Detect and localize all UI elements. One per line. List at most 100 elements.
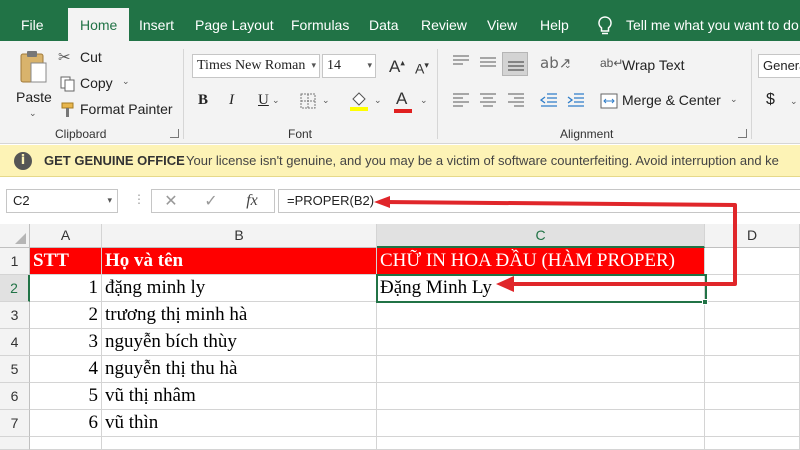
- underline-button[interactable]: U: [258, 92, 269, 109]
- chevron-down-icon[interactable]: ⌄: [420, 96, 428, 106]
- row-header[interactable]: 5: [0, 356, 30, 383]
- row-header[interactable]: [0, 437, 30, 450]
- borders-icon[interactable]: [300, 93, 316, 109]
- tab-help[interactable]: Help: [540, 0, 569, 41]
- top-align-icon[interactable]: [452, 55, 470, 69]
- cell-a7[interactable]: 6: [30, 410, 102, 437]
- cell-d6[interactable]: [705, 383, 800, 410]
- insert-function-icon[interactable]: fx: [237, 190, 267, 212]
- cell-c4[interactable]: [377, 329, 705, 356]
- cell-a4[interactable]: 3: [30, 329, 102, 356]
- cell-b2[interactable]: đặng minh ly: [102, 275, 377, 302]
- align-center-icon[interactable]: [479, 93, 497, 107]
- cell-a2[interactable]: 1: [30, 275, 102, 302]
- cell-b4[interactable]: nguyễn bích thùy: [102, 329, 377, 356]
- cell-d1[interactable]: [705, 248, 800, 275]
- fill-color-icon[interactable]: [349, 90, 369, 112]
- number-format-value: Genera: [763, 58, 800, 73]
- cell-c1[interactable]: CHỮ IN HOA ĐẦU (HÀM PROPER): [377, 248, 705, 275]
- cell-c2[interactable]: Đặng Minh Ly: [377, 275, 705, 302]
- row-header[interactable]: 2: [0, 275, 30, 302]
- font-color-button[interactable]: A: [394, 89, 414, 113]
- bold-button[interactable]: B: [198, 92, 208, 109]
- tab-insert[interactable]: Insert: [139, 0, 174, 41]
- cell-c6[interactable]: [377, 383, 705, 410]
- chevron-down-icon[interactable]: ⌄: [322, 96, 330, 106]
- tab-page-layout[interactable]: Page Layout: [195, 0, 274, 41]
- cell-c7[interactable]: [377, 410, 705, 437]
- middle-align-icon[interactable]: [479, 55, 497, 69]
- column-header-c[interactable]: C: [377, 224, 705, 248]
- cancel-icon[interactable]: ✕: [156, 190, 186, 212]
- cell-a1[interactable]: STT: [30, 248, 102, 275]
- cell-a5[interactable]: 4: [30, 356, 102, 383]
- chevron-down-icon[interactable]: ⌄: [374, 96, 382, 106]
- cell-c3[interactable]: [377, 302, 705, 329]
- cell-b7[interactable]: vũ thìn: [102, 410, 377, 437]
- cell-d5[interactable]: [705, 356, 800, 383]
- merge-center-button[interactable]: Merge & Center ⌄: [600, 92, 740, 112]
- clipboard-launcher-icon[interactable]: [170, 129, 179, 138]
- row-header[interactable]: 7: [0, 410, 30, 437]
- font-name-select[interactable]: Times New Roman ▾: [192, 54, 320, 78]
- cell-a6[interactable]: 5: [30, 383, 102, 410]
- cell-a3[interactable]: 2: [30, 302, 102, 329]
- increase-font-size-icon[interactable]: A▴: [389, 57, 405, 77]
- italic-button[interactable]: I: [229, 92, 234, 109]
- format-painter-button[interactable]: Format Painter: [58, 101, 173, 121]
- cell-b1[interactable]: Họ và tên: [102, 248, 377, 275]
- tab-review[interactable]: Review: [421, 0, 467, 41]
- formula-bar: C2 ▾ ⋮ ✕ ✓ fx =PROPER(B2): [0, 178, 800, 224]
- cell-a8[interactable]: [30, 437, 102, 450]
- wrap-text-button[interactable]: ab↵ Wrap Text: [600, 56, 700, 77]
- cell-d8[interactable]: [705, 437, 800, 450]
- align-right-icon[interactable]: [507, 93, 525, 107]
- chevron-down-icon: ▾: [367, 61, 372, 71]
- name-box[interactable]: C2 ▾: [6, 189, 118, 213]
- more-options-icon[interactable]: ⋮: [133, 192, 145, 206]
- tab-view[interactable]: View: [487, 0, 517, 41]
- alignment-launcher-icon[interactable]: [738, 129, 747, 138]
- font-color-swatch: [394, 109, 412, 113]
- number-format-select[interactable]: Genera: [758, 54, 800, 78]
- copy-button[interactable]: Copy ⌄: [58, 75, 168, 95]
- tab-formulas[interactable]: Formulas: [291, 0, 349, 41]
- decrease-font-size-icon[interactable]: A▾: [415, 60, 429, 77]
- increase-indent-icon[interactable]: [567, 93, 585, 107]
- cell-d7[interactable]: [705, 410, 800, 437]
- wrap-text-label: Wrap Text: [622, 57, 685, 73]
- cell-c5[interactable]: [377, 356, 705, 383]
- font-size-select[interactable]: 14 ▾: [322, 54, 376, 78]
- column-header-d[interactable]: D: [705, 224, 800, 248]
- cut-button[interactable]: ✂ Cut: [58, 48, 168, 69]
- align-left-icon[interactable]: [452, 93, 470, 107]
- select-all-button[interactable]: [0, 224, 30, 248]
- tab-data[interactable]: Data: [369, 0, 399, 41]
- cell-d3[interactable]: [705, 302, 800, 329]
- row-header[interactable]: 3: [0, 302, 30, 329]
- decrease-indent-icon[interactable]: [540, 93, 558, 107]
- cell-d2[interactable]: [705, 275, 800, 302]
- fill-handle[interactable]: [702, 299, 708, 305]
- bottom-align-button[interactable]: [502, 52, 528, 76]
- tab-file[interactable]: File: [21, 0, 44, 41]
- cell-b5[interactable]: nguyễn thị thu hà: [102, 356, 377, 383]
- chevron-down-icon[interactable]: ⌄: [272, 96, 280, 106]
- cell-b3[interactable]: trương thị minh hà: [102, 302, 377, 329]
- cell-b6[interactable]: vũ thị nhâm: [102, 383, 377, 410]
- currency-button[interactable]: $: [766, 91, 775, 109]
- row-header[interactable]: 6: [0, 383, 30, 410]
- cell-c8[interactable]: [377, 437, 705, 450]
- row-header[interactable]: 4: [0, 329, 30, 356]
- chevron-down-icon[interactable]: ⌄: [790, 97, 798, 107]
- cell-d4[interactable]: [705, 329, 800, 356]
- tell-me-search[interactable]: Tell me what you want to do: [596, 0, 799, 41]
- paste-button[interactable]: Paste ⌄: [10, 47, 56, 121]
- column-header-a[interactable]: A: [30, 224, 102, 248]
- chevron-down-icon[interactable]: ⌄: [564, 61, 572, 71]
- formula-input[interactable]: =PROPER(B2): [278, 189, 800, 213]
- enter-icon[interactable]: ✓: [196, 190, 226, 212]
- cell-b8[interactable]: [102, 437, 377, 450]
- column-header-b[interactable]: B: [102, 224, 377, 248]
- row-header[interactable]: 1: [0, 248, 30, 275]
